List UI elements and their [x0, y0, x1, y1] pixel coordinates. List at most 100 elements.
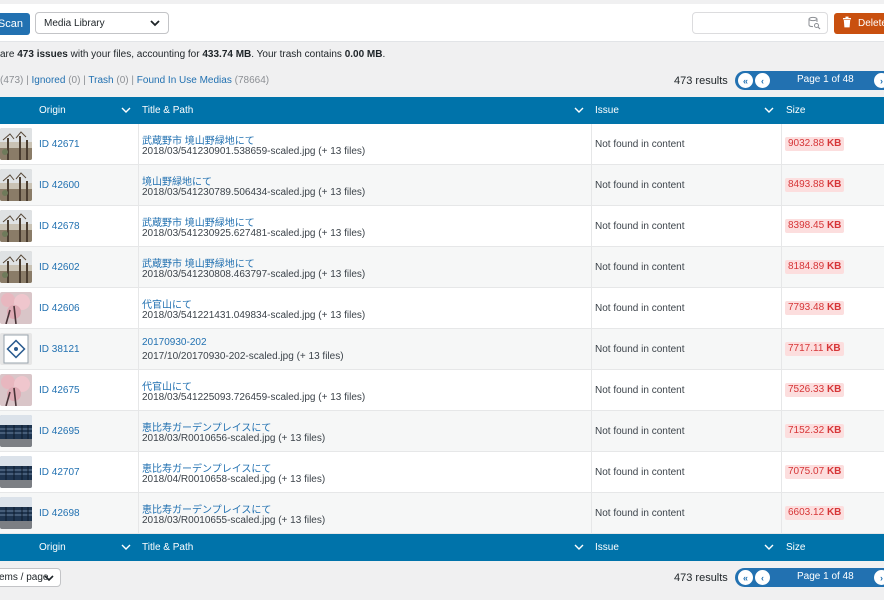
- thumbnail-image[interactable]: [0, 333, 32, 365]
- page-label: Page 1 of 48: [797, 74, 854, 85]
- issues-summary: are 473 issues with your files, accounti…: [0, 49, 385, 60]
- prev-page-button[interactable]: ‹: [755, 570, 770, 585]
- search-input[interactable]: [692, 12, 828, 34]
- table-row[interactable]: ID 42671 武蔵野市 境山野緑地にて 2018/03/541230901.53…: [0, 124, 884, 165]
- column-divider: [591, 124, 592, 165]
- table-row[interactable]: ID 38121 20170930-202 2017/10/20170930-202…: [0, 329, 884, 370]
- origin-link[interactable]: ID 42678: [39, 221, 80, 232]
- column-divider: [138, 165, 139, 206]
- issue-text: Not found in content: [595, 426, 685, 437]
- column-divider: [781, 329, 782, 370]
- table-row[interactable]: ID 42698 恵比寿ガーデンプレイスにて 2018/03/R0010655-sc…: [0, 493, 884, 534]
- column-title-path[interactable]: Title & Path: [142, 105, 193, 116]
- page-label: Page 1 of 48: [797, 571, 854, 582]
- origin-link[interactable]: ID 42602: [39, 262, 80, 273]
- media-path: 2018/03/541230901.538659-scaled.jpg (+ 1…: [142, 146, 366, 157]
- scan-button[interactable]: Scan: [0, 13, 30, 35]
- size-unit: KB: [826, 384, 842, 395]
- media-filter-select[interactable]: Media Library: [35, 12, 169, 34]
- size-badge: 6603.12 KB: [785, 506, 845, 520]
- table-row[interactable]: ID 42675 代官山にて 2018/03/541225093.726459-sc…: [0, 370, 884, 411]
- thumbnail-image[interactable]: [0, 128, 32, 160]
- thumbnail-image[interactable]: [0, 456, 32, 488]
- chevron-down-icon[interactable]: [763, 541, 775, 556]
- chevron-down-icon[interactable]: [120, 541, 132, 556]
- thumbnail-image[interactable]: [0, 210, 32, 242]
- issue-text: Not found in content: [595, 344, 685, 355]
- size-unit: KB: [826, 138, 842, 149]
- table-row[interactable]: ID 42707 恵比寿ガーデンプレイスにて 2018/04/R0010658-sc…: [0, 452, 884, 493]
- separator: |: [23, 75, 32, 86]
- column-title-path[interactable]: Title & Path: [142, 542, 193, 553]
- origin-link[interactable]: ID 42671: [39, 139, 80, 150]
- media-title-link[interactable]: 武蔵野市 境山野緑地にて: [142, 132, 255, 147]
- origin-link[interactable]: ID 38121: [39, 344, 80, 355]
- items-per-page-label: ems / page: [0, 572, 49, 583]
- column-divider: [138, 288, 139, 329]
- size-unit: KB: [826, 179, 842, 190]
- media-title-link[interactable]: 恵比寿ガーデンプレイスにて: [142, 419, 271, 434]
- origin-link[interactable]: ID 42698: [39, 508, 80, 519]
- in-use-medias-link[interactable]: Found In Use Medias: [137, 75, 232, 86]
- thumbnail-image[interactable]: [0, 292, 32, 324]
- first-page-button[interactable]: «: [738, 73, 753, 88]
- table-row[interactable]: ID 42695 恵比寿ガーデンプレイスにて 2018/03/R0010656-sc…: [0, 411, 884, 452]
- media-title-link[interactable]: 恵比寿ガーデンプレイスにて: [142, 501, 271, 516]
- issue-text: Not found in content: [595, 467, 685, 478]
- table-row[interactable]: ID 42678 武蔵野市 境山野緑地にて 2018/03/541230925.62…: [0, 206, 884, 247]
- column-issue[interactable]: Issue: [595, 105, 619, 116]
- table-row[interactable]: ID 42600 境山野緑地にて 2018/03/541230789.506434-…: [0, 165, 884, 206]
- first-page-button[interactable]: «: [738, 570, 753, 585]
- media-path: 2017/10/20170930-202-scaled.jpg (+ 13 fi…: [142, 351, 344, 362]
- prev-page-button[interactable]: ‹: [755, 73, 770, 88]
- origin-link[interactable]: ID 42707: [39, 467, 80, 478]
- media-title-link[interactable]: 武蔵野市 境山野緑地にて: [142, 214, 255, 229]
- media-title-link[interactable]: 20170930-202: [142, 337, 207, 348]
- trash-link[interactable]: Trash: [88, 75, 113, 86]
- delete-button[interactable]: Delete: [834, 13, 884, 34]
- ignored-link[interactable]: Ignored: [32, 75, 66, 86]
- thumbnail-image[interactable]: [0, 251, 32, 283]
- chevron-down-icon[interactable]: [120, 104, 132, 119]
- origin-link[interactable]: ID 42695: [39, 426, 80, 437]
- next-page-button[interactable]: ›: [874, 73, 884, 88]
- media-title-link[interactable]: 代官山にて: [142, 378, 192, 393]
- media-title-link[interactable]: 武蔵野市 境山野緑地にて: [142, 255, 255, 270]
- issue-text: Not found in content: [595, 262, 685, 273]
- column-divider: [591, 165, 592, 206]
- column-divider: [138, 206, 139, 247]
- ignored-count: (0): [65, 75, 81, 86]
- trash-count: (0): [113, 75, 129, 86]
- column-size[interactable]: Size: [786, 542, 805, 553]
- chevron-down-icon[interactable]: [573, 541, 585, 556]
- column-size[interactable]: Size: [786, 105, 805, 116]
- media-title-link[interactable]: 境山野緑地にて: [142, 173, 212, 188]
- thumbnail-image[interactable]: [0, 169, 32, 201]
- chevron-down-icon[interactable]: [573, 104, 585, 119]
- media-title-link[interactable]: 恵比寿ガーデンプレイスにて: [142, 460, 271, 475]
- media-path: 2018/03/R0010655-scaled.jpg (+ 13 files): [142, 515, 326, 526]
- items-per-page-select[interactable]: ems / page: [0, 568, 61, 587]
- origin-link[interactable]: ID 42675: [39, 385, 80, 396]
- column-origin[interactable]: Origin: [39, 105, 66, 116]
- column-issue[interactable]: Issue: [595, 542, 619, 553]
- next-page-button[interactable]: ›: [874, 570, 884, 585]
- column-divider: [781, 452, 782, 493]
- thumbnail-image[interactable]: [0, 497, 32, 529]
- column-divider: [781, 124, 782, 165]
- thumbnail-image[interactable]: [0, 415, 32, 447]
- column-origin[interactable]: Origin: [39, 542, 66, 553]
- column-divider: [781, 411, 782, 452]
- search-database-icon[interactable]: [807, 16, 821, 33]
- issues-count: (473): [0, 75, 24, 86]
- size-unit: KB: [826, 261, 842, 272]
- table-row[interactable]: ID 42606 代官山にて 2018/03/541221431.049834-sc…: [0, 288, 884, 329]
- table-row[interactable]: ID 42602 武蔵野市 境山野緑地にて 2018/03/541230808.46…: [0, 247, 884, 288]
- chevron-down-icon[interactable]: [763, 104, 775, 119]
- origin-link[interactable]: ID 42600: [39, 180, 80, 191]
- media-title-link[interactable]: 代官山にて: [142, 296, 192, 311]
- thumbnail-image[interactable]: [0, 374, 32, 406]
- column-divider: [591, 206, 592, 247]
- origin-link[interactable]: ID 42606: [39, 303, 80, 314]
- issue-text: Not found in content: [595, 385, 685, 396]
